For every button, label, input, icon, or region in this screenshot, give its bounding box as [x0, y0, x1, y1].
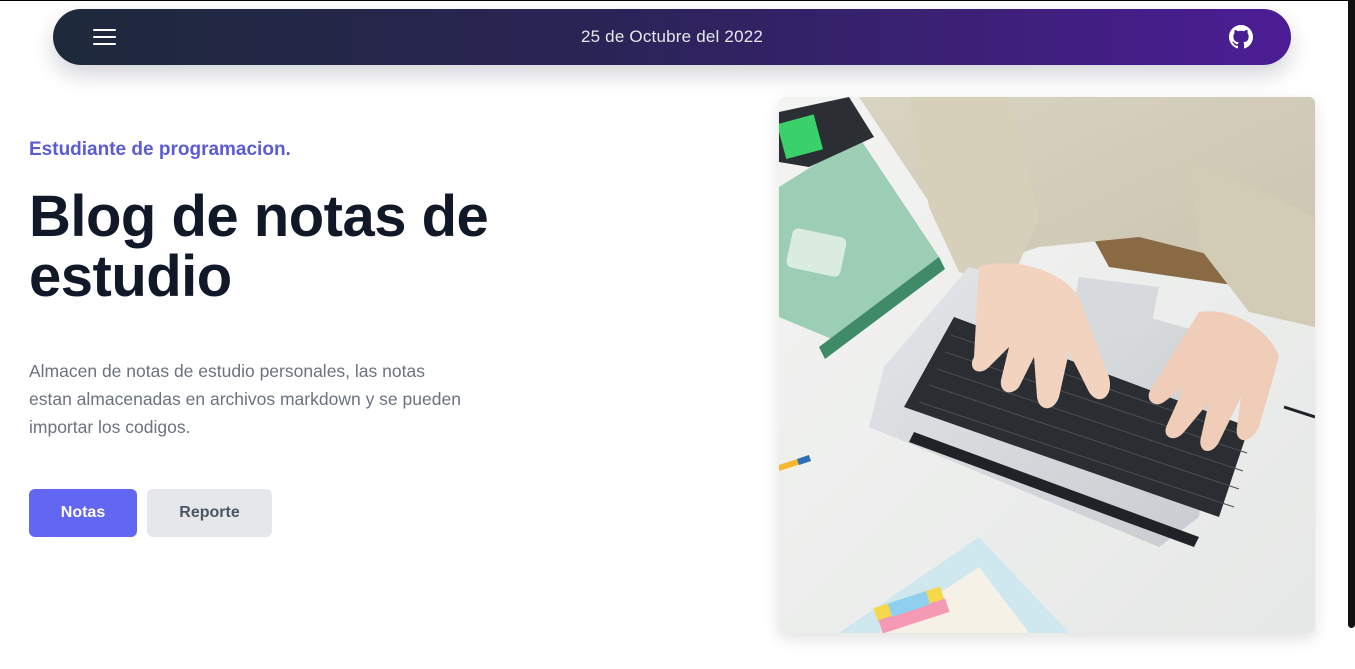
navbar: 25 de Octubre del 2022: [53, 9, 1291, 65]
hamburger-menu-icon[interactable]: [91, 26, 119, 48]
scrollbar[interactable]: [1348, 0, 1355, 628]
hero-description: Almacen de notas de estudio personales, …: [29, 361, 461, 437]
window-top-border: [0, 0, 1355, 1]
hero-subtitle: Estudiante de programacion.: [29, 139, 291, 160]
github-icon[interactable]: [1229, 25, 1253, 49]
reporte-button[interactable]: Reporte: [147, 489, 272, 537]
page-title: Blog de notas de estudio: [29, 184, 489, 309]
notas-button[interactable]: Notas: [29, 489, 137, 537]
hero-image: [779, 97, 1315, 633]
nav-date: 25 de Octubre del 2022: [580, 27, 764, 46]
